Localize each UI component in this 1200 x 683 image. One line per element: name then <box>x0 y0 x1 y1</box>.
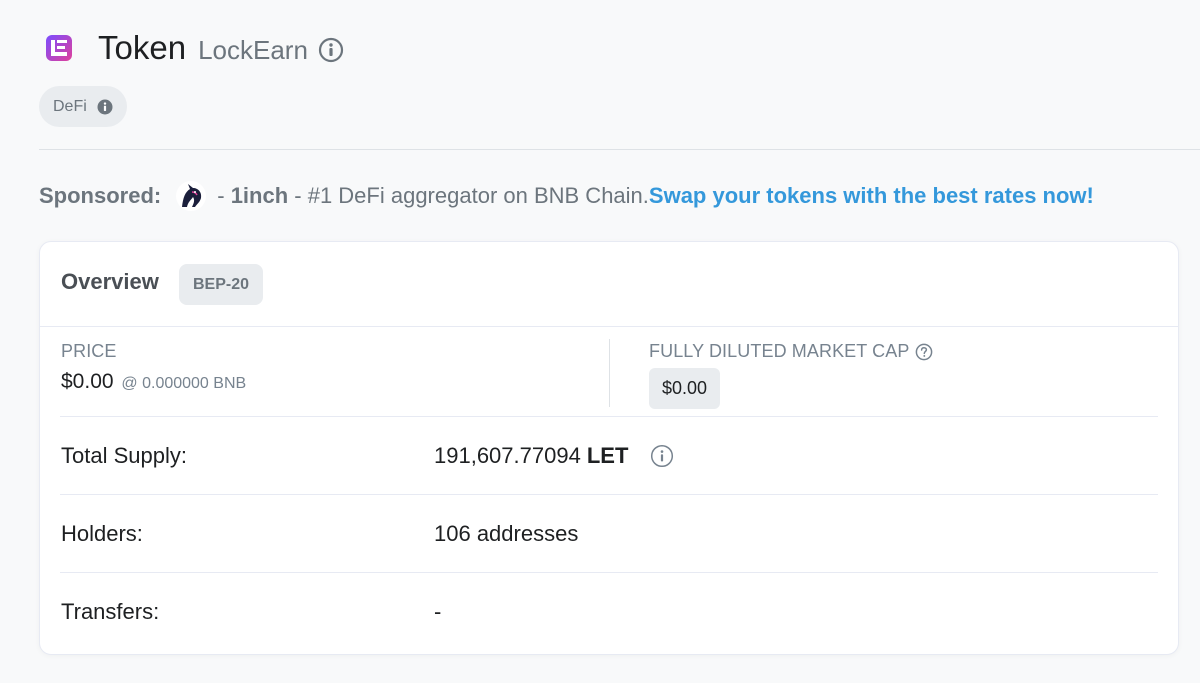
info-icon[interactable] <box>318 37 344 63</box>
price-label: PRICE <box>61 341 117 361</box>
total-supply-value: 191,607.77094 <box>434 443 581 468</box>
total-supply-value-group: 191,607.77094 LET <box>434 443 674 469</box>
info-icon[interactable] <box>650 444 674 468</box>
overview-card: Overview BEP-20 PRICE $0.00 @ 0.000000 B… <box>39 241 1179 655</box>
token-name: LockEarn <box>198 34 308 65</box>
transfers-label: Transfers: <box>61 599 160 624</box>
total-supply-label: Total Supply: <box>61 443 187 468</box>
category-tag[interactable]: DeFi <box>39 86 127 127</box>
sponsored-banner: Sponsored: - 1inch - #1 DeFi aggregator … <box>39 178 1094 214</box>
token-header: Token LockEarn <box>40 24 344 72</box>
holders-label: Holders: <box>61 521 143 546</box>
market-cap-section: FULLY DILUTED MARKET CAP $0.00 <box>649 341 933 409</box>
info-icon <box>97 99 113 114</box>
transfers-value: - <box>434 599 442 624</box>
token-page: Token LockEarn DeFi Sponsored: - 1inch -… <box>0 0 1200 683</box>
price-section: PRICE $0.00 @ 0.000000 BNB <box>61 341 246 394</box>
price-row: PRICE $0.00 @ 0.000000 BNB FULLY DILUTED… <box>60 327 1158 417</box>
market-cap-label-row: FULLY DILUTED MARKET CAP <box>649 341 933 362</box>
header-divider <box>39 149 1200 150</box>
sponsored-brand: 1inch <box>230 183 289 208</box>
sponsored-prefix: - <box>217 183 231 208</box>
overview-title: Overview <box>61 269 159 294</box>
price-bnb: @ 0.000000 BNB <box>121 375 247 392</box>
market-cap-value: $0.00 <box>649 368 721 409</box>
lockearn-logo-icon <box>46 35 72 61</box>
price-value: $0.00 <box>61 370 114 393</box>
sponsored-link[interactable]: Swap your tokens with the best rates now… <box>649 183 1094 209</box>
page-title: Token <box>98 29 187 66</box>
overview-header: Overview BEP-20 <box>40 242 1178 327</box>
market-cap-label: FULLY DILUTED MARKET CAP <box>649 341 910 361</box>
sponsored-description: - #1 DeFi aggregator on BNB Chain. <box>288 183 649 208</box>
holders-value[interactable]: 106 addresses <box>434 521 578 547</box>
sponsored-label: Sponsored: <box>39 183 162 208</box>
token-symbol: LET <box>586 443 629 468</box>
total-supply-row: Total Supply: 191,607.77094 LET <box>60 417 1158 495</box>
1inch-unicorn-icon <box>176 181 207 211</box>
price-line: $0.00 @ 0.000000 BNB <box>61 370 246 394</box>
transfers-row: Transfers: - <box>60 573 1158 650</box>
column-divider <box>609 339 610 407</box>
question-icon[interactable] <box>915 343 933 361</box>
token-standard-badge: BEP-20 <box>179 264 264 305</box>
holders-row: Holders: 106 addresses <box>60 495 1158 573</box>
category-tag-label: DeFi <box>53 97 87 115</box>
